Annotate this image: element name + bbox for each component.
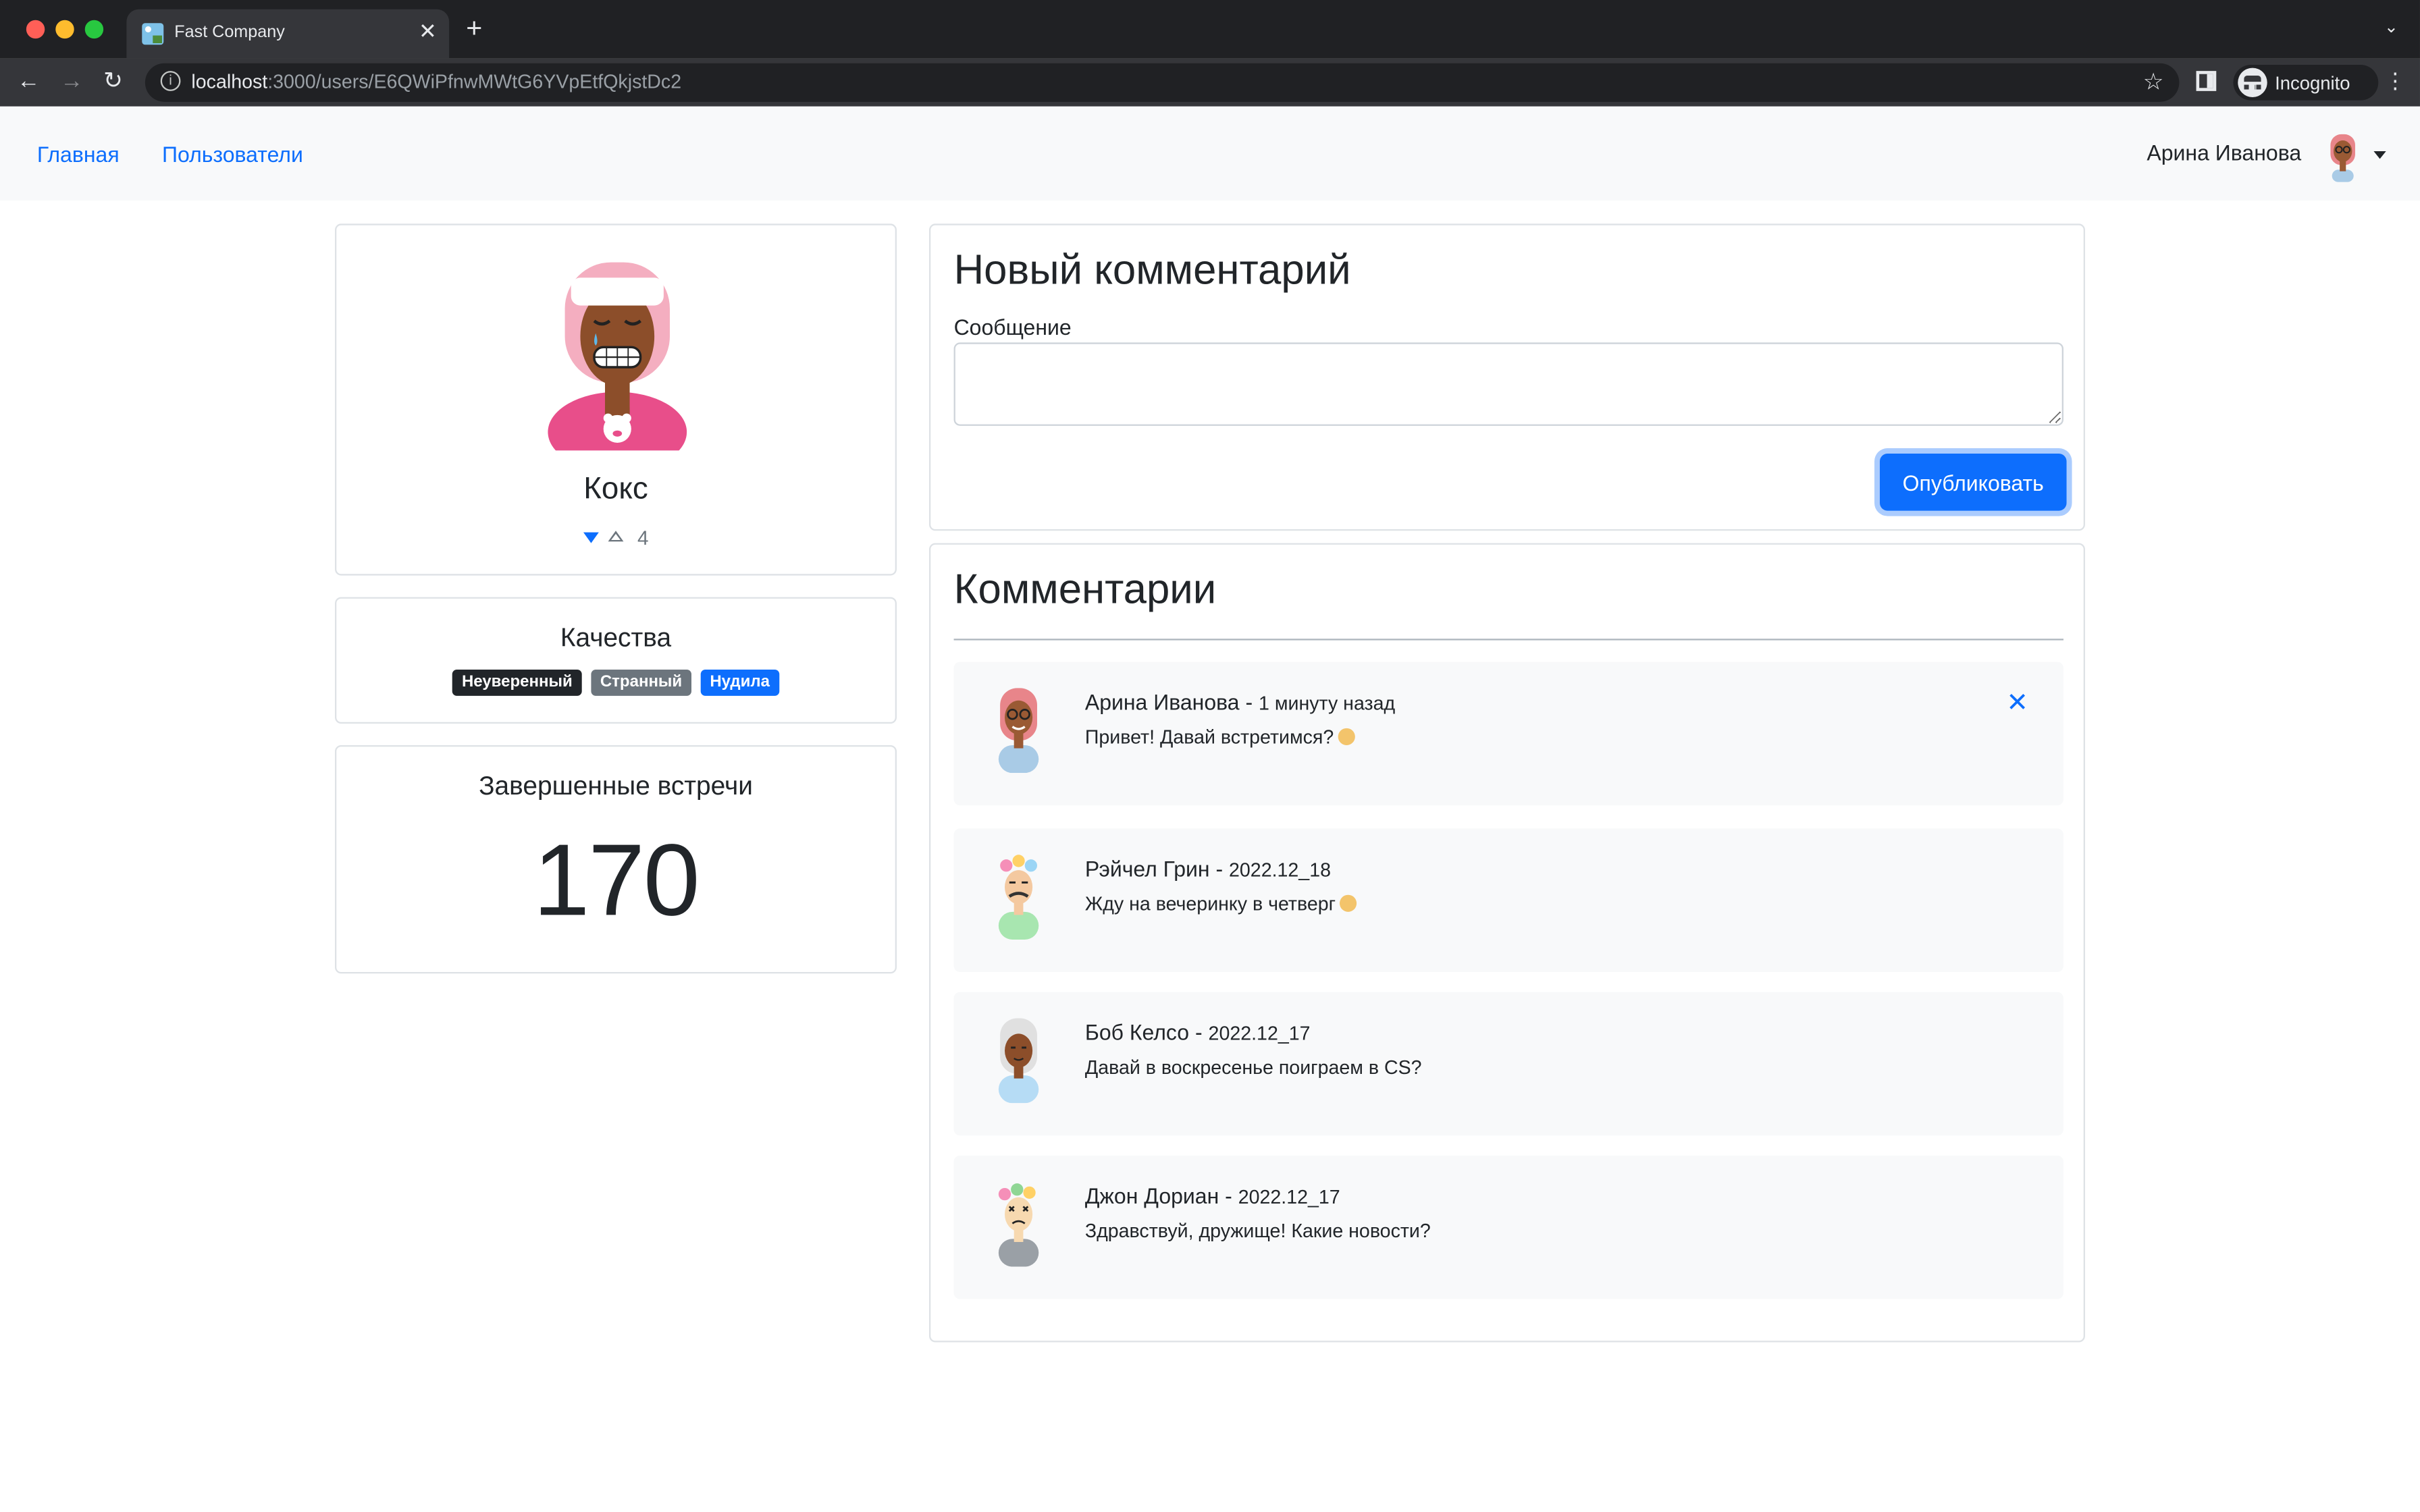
current-user-name[interactable]: Арина Иванова xyxy=(2147,140,2301,165)
minimize-window-button[interactable] xyxy=(55,20,74,39)
bookmark-star-icon[interactable]: ☆ xyxy=(2143,68,2164,96)
meetings-title: Завершенные встречи xyxy=(479,771,753,801)
more-menu-icon[interactable]: ⋮ xyxy=(2384,70,2406,91)
close-window-button[interactable] xyxy=(26,20,45,39)
reload-icon[interactable]: ↻ xyxy=(103,68,123,96)
comments-divider xyxy=(953,639,2063,641)
new-comment-title: Новый комментарий xyxy=(953,246,1351,294)
quality-badge: Неуверенный xyxy=(452,669,582,696)
comment-header: Джон Дориан - 2022.12_17 xyxy=(1084,1183,1340,1208)
browser-tab[interactable]: Fast Company ✕ xyxy=(126,9,450,59)
comment-text: Здравствуй, дружище! Какие новости? xyxy=(1084,1220,1431,1242)
user-menu-caret-icon[interactable] xyxy=(2373,151,2386,159)
publish-button[interactable]: Опубликовать xyxy=(1879,453,2067,511)
comment-time: 2022.12_17 xyxy=(1238,1186,1340,1208)
comment-body: Привет! Давай встретимся? xyxy=(1084,726,1356,749)
url-host: localhost xyxy=(191,71,268,93)
comment-header: Арина Иванова - 1 минуту назад xyxy=(1084,689,1396,715)
comment-item: Боб Келсо - 2022.12_17 Давай в воскресен… xyxy=(953,992,2063,1136)
drooling-emoji-icon xyxy=(1340,894,1358,912)
side-panel-icon[interactable] xyxy=(2196,71,2217,91)
comment-author: Джон Дориан xyxy=(1084,1183,1219,1208)
url-path: :3000/users/E6QWiPfnwMWtG6YVpEtfQkjstDc2 xyxy=(267,71,682,93)
comment-item: Арина Иванова - 1 минуту назад Привет! Д… xyxy=(953,662,2063,806)
comment-time: 1 минуту назад xyxy=(1259,693,1396,715)
new-comment-card: Новый комментарий Сообщение Опубликовать xyxy=(928,223,2085,531)
browser-toolbar: ← → ↻ i localhost:3000/users/E6QWiPfnwMW… xyxy=(0,58,2420,107)
forward-arrow-icon[interactable]: → xyxy=(60,68,83,96)
comment-body: Здравствуй, дружище! Какие новости? xyxy=(1085,1220,1431,1242)
profile-card: Кокс 4 xyxy=(334,223,897,576)
incognito-icon xyxy=(2238,68,2267,97)
profile-name: Кокс xyxy=(583,472,648,506)
comment-author: Боб Келсо xyxy=(1084,1019,1190,1045)
profile-avatar xyxy=(548,262,687,451)
comment-text: Давай в воскресенье поиграем в CS? xyxy=(1084,1056,1422,1079)
url-text[interactable]: localhost:3000/users/E6QWiPfnwMWtG6YVpEt… xyxy=(191,71,681,92)
comment-body: Давай в воскресенье поиграем в CS? xyxy=(1085,1057,1422,1079)
quality-badge: Нудила xyxy=(700,669,779,696)
comment-time: 2022.12_18 xyxy=(1229,859,1331,882)
comment-avatar xyxy=(998,855,1039,940)
user-avatar[interactable] xyxy=(2319,130,2366,182)
address-bar[interactable]: i localhost:3000/users/E6QWiPfnwMWtG6YVp… xyxy=(144,63,2180,102)
monkey-emoji-icon xyxy=(1338,728,1356,745)
comment-avatar xyxy=(998,1183,1039,1267)
back-arrow-icon[interactable]: ← xyxy=(17,68,40,96)
favicon-icon xyxy=(142,23,164,45)
comment-header: Рэйчел Грин - 2022.12_18 xyxy=(1084,856,1331,882)
rate-widget: 4 xyxy=(583,526,676,551)
comment-avatar xyxy=(998,1018,1039,1104)
app-navbar: Главная Пользователи Арина Иванова xyxy=(0,106,2420,201)
close-tab-icon[interactable]: ✕ xyxy=(419,18,437,45)
comment-time: 2022.12_17 xyxy=(1208,1023,1311,1045)
comment-header: Боб Келсо - 2022.12_17 xyxy=(1084,1019,1311,1045)
comment-author: Рэйчел Грин xyxy=(1084,856,1210,882)
comment-text: Привет! Давай встретимся? xyxy=(1084,726,1334,749)
nav-link-home[interactable]: Главная xyxy=(37,142,120,167)
meetings-count: 170 xyxy=(533,822,700,937)
incognito-indicator[interactable]: Incognito xyxy=(2233,64,2379,101)
message-label: Сообщение xyxy=(953,315,1072,340)
rate-down-caret-icon[interactable] xyxy=(583,532,599,543)
comment-avatar xyxy=(998,688,1039,774)
comment-text: Жду на вечеринку в четверг xyxy=(1084,893,1336,915)
incognito-label: Incognito xyxy=(2275,72,2350,94)
comments-card: Комментарии Арина Иванова - 1 минуту наз… xyxy=(928,543,2085,1343)
info-icon[interactable]: i xyxy=(160,71,181,91)
comment-body: Жду на вечеринку в четверг xyxy=(1084,893,1358,915)
qualities-card: Качества Неуверенный Странный Нудила xyxy=(334,597,897,724)
qualities-badges: Неуверенный Странный Нудила xyxy=(336,669,895,696)
comment-item: Джон Дориан - 2022.12_17 Здравствуй, дру… xyxy=(953,1155,2063,1299)
comments-title: Комментарии xyxy=(953,566,1217,613)
browser-tab-strip: Fast Company ✕ + ⌄ xyxy=(0,0,2420,59)
nav-link-users[interactable]: Пользователи xyxy=(162,142,303,167)
comment-author: Арина Иванова xyxy=(1084,689,1240,715)
rate-value: 4 xyxy=(637,526,649,549)
comment-item: Рэйчел Грин - 2022.12_18 Жду на вечеринк… xyxy=(953,828,2063,972)
tab-title: Fast Company xyxy=(174,23,285,42)
meetings-card: Завершенные встречи 170 xyxy=(334,745,897,974)
message-textarea[interactable] xyxy=(953,342,2063,426)
chevron-down-icon[interactable]: ⌄ xyxy=(2384,17,2398,36)
quality-badge: Странный xyxy=(591,669,691,696)
new-tab-icon[interactable]: + xyxy=(466,14,482,42)
rate-up-caret-icon[interactable] xyxy=(608,531,624,542)
qualities-title: Качества xyxy=(560,623,672,653)
delete-comment-icon[interactable]: ✕ xyxy=(2006,690,2028,716)
zoom-window-button[interactable] xyxy=(84,20,104,39)
